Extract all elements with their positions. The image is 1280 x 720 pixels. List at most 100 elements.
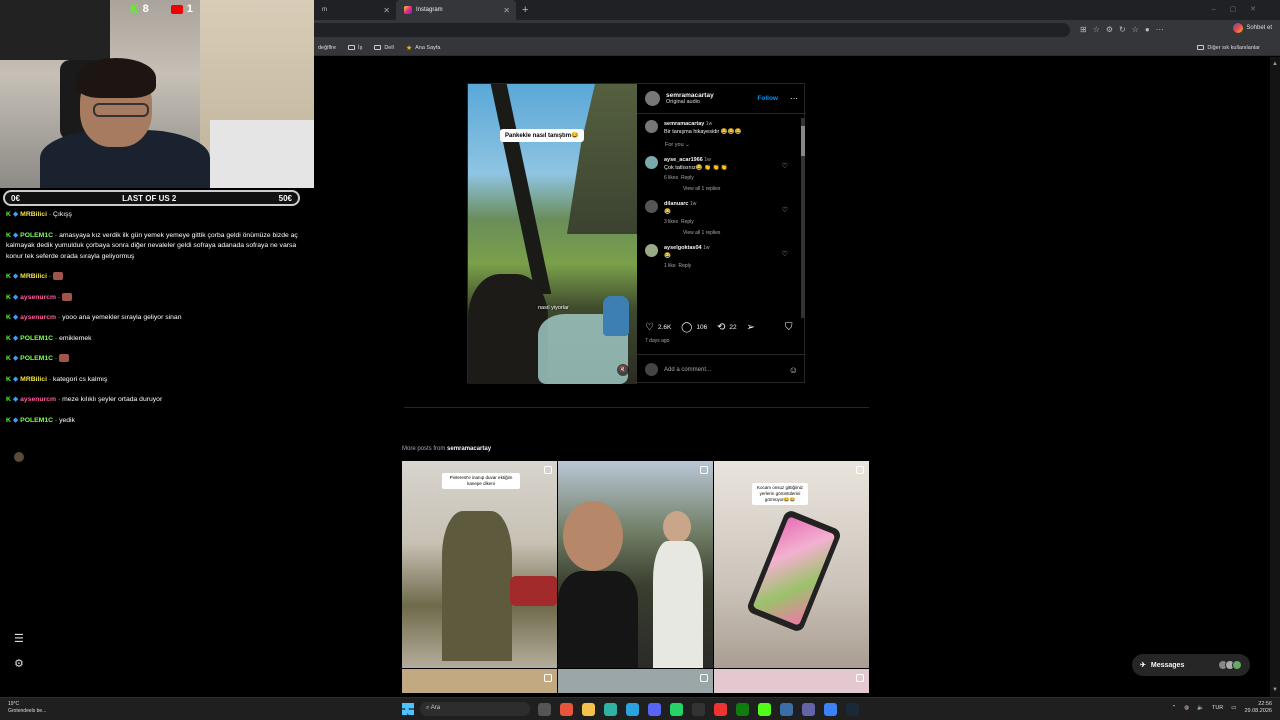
comment-likes[interactable]: 3 likes — [664, 219, 678, 225]
file-explorer-icon[interactable] — [582, 703, 595, 716]
chat-username[interactable]: POLEM1C — [20, 232, 53, 239]
bookmark-icon[interactable]: ⛉ — [785, 322, 793, 333]
avatar[interactable] — [645, 91, 660, 106]
comment-icon[interactable]: ◯ — [681, 322, 692, 333]
close-tab-icon[interactable]: ✕ — [503, 6, 510, 15]
avatar[interactable] — [645, 156, 658, 169]
chat-username[interactable]: aysenurcm — [20, 314, 56, 321]
comment-likes[interactable]: 6 likes — [664, 175, 678, 181]
reply-button[interactable]: Reply — [681, 175, 694, 181]
reply-button[interactable]: Reply — [678, 263, 691, 269]
tray-chevron-icon[interactable]: ⌃ — [1172, 705, 1177, 711]
app-icon[interactable] — [824, 703, 837, 716]
more-options-icon[interactable]: ⋯ — [790, 94, 798, 103]
kick-app-icon[interactable] — [758, 703, 771, 716]
telegram-icon[interactable] — [626, 703, 639, 716]
steam-icon[interactable] — [846, 703, 859, 716]
new-tab-button[interactable]: + — [522, 4, 528, 16]
task-view-icon[interactable] — [538, 703, 551, 716]
grid-post[interactable] — [558, 461, 713, 668]
for-you-dropdown[interactable]: For you ⌄ — [665, 142, 798, 148]
post-audio[interactable]: Original audio — [666, 99, 714, 105]
window-controls[interactable]: –▢✕ — [1212, 5, 1270, 13]
settings-icon[interactable]: ⚙ — [14, 657, 24, 670]
follow-button[interactable]: Follow — [757, 95, 778, 102]
mute-icon[interactable]: 🔇 — [617, 364, 629, 376]
chat-username[interactable]: MRBilici — [20, 376, 47, 383]
clock[interactable]: 22:56 29.08.2026 — [1244, 701, 1272, 715]
avatar[interactable] — [645, 120, 658, 133]
emoji-icon[interactable]: ☺ — [789, 365, 798, 375]
volume-icon[interactable]: 🔈 — [1197, 705, 1204, 711]
bookmark-item[interactable]: Dell — [374, 45, 394, 51]
scroll-up-icon[interactable]: ▲ — [1272, 61, 1278, 67]
comment-user[interactable]: ayse_acar1966 — [664, 157, 703, 163]
view-replies[interactable]: View all 1 replies — [683, 230, 798, 236]
bookmark-item[interactable]: değiflre — [318, 45, 336, 51]
xbox-icon[interactable] — [736, 703, 749, 716]
like-comment-icon[interactable]: ♡ — [782, 250, 788, 258]
like-icon[interactable]: ♡ — [645, 322, 654, 333]
app-icon[interactable] — [714, 703, 727, 716]
start-icon[interactable] — [402, 703, 414, 715]
comments-scrollbar[interactable] — [801, 118, 805, 318]
whatsapp-icon[interactable] — [670, 703, 683, 716]
other-bookmarks[interactable]: Diğer sık kullanılanlar — [1197, 45, 1260, 51]
taskbar-search[interactable]: ⌕ Ara — [420, 702, 530, 716]
url-field[interactable] — [314, 23, 1070, 37]
weather-widget[interactable]: 19°C Grotendeels be... — [8, 701, 46, 715]
app-icon[interactable] — [560, 703, 573, 716]
grid-post[interactable] — [714, 669, 869, 693]
chat-username[interactable]: POLEM1C — [20, 355, 53, 362]
chat-username[interactable]: MRBilici — [20, 273, 47, 280]
network-icon[interactable]: ◍ — [1184, 705, 1189, 711]
profile-icon[interactable]: ● — [1145, 25, 1150, 34]
repost-icon[interactable]: ⟲ — [717, 322, 725, 333]
post-author[interactable]: semramacartay — [666, 92, 714, 99]
comments-list[interactable]: semramacartay 1w Bir tanışma hikayesidir … — [637, 114, 806, 314]
refresh-icon[interactable]: ↻ — [1119, 25, 1126, 34]
avatar[interactable] — [645, 244, 658, 257]
add-comment-input[interactable]: Add a comment... — [664, 367, 711, 373]
collections-icon[interactable]: ☆ — [1132, 25, 1139, 34]
grid-post[interactable] — [558, 669, 713, 693]
page-scrollbar[interactable]: ▲ ▼ — [1270, 57, 1280, 697]
view-replies[interactable]: View all 1 replies — [683, 186, 798, 192]
like-comment-icon[interactable]: ♡ — [782, 162, 788, 170]
bookmark-item[interactable]: İş — [348, 45, 362, 51]
grid-post[interactable]: Pinterest'e inanıp duvar ektiğim kanepe … — [402, 461, 557, 668]
chat-username[interactable]: MRBilici — [20, 211, 47, 218]
bookmark-item[interactable]: ★ Ana Sayfa — [406, 44, 441, 52]
comment-likes[interactable]: 1 like — [664, 263, 676, 269]
reply-button[interactable]: Reply — [681, 219, 694, 225]
more-posts-user[interactable]: semramacartay — [447, 446, 491, 452]
chat-username[interactable]: POLEM1C — [20, 417, 53, 424]
app-icon[interactable] — [780, 703, 793, 716]
messages-button[interactable]: ✈ Messages — [1132, 654, 1250, 676]
grid-post[interactable]: Kocam onsuz gittiğimiz yerlerin görüntül… — [714, 461, 869, 668]
chat-username[interactable]: aysenurcm — [20, 396, 56, 403]
tab-previous[interactable]: m ✕ — [314, 0, 396, 20]
post-video[interactable]: Pankekle nasıl tanıştım😂 nasıl yiyorlar … — [468, 84, 637, 384]
avatar[interactable] — [645, 200, 658, 213]
grid-post[interactable] — [402, 669, 557, 693]
display-icon[interactable]: ▭ — [1231, 705, 1236, 711]
edge-icon[interactable] — [604, 703, 617, 716]
chat-button[interactable]: Sohbet et — [1233, 23, 1272, 33]
like-comment-icon[interactable]: ♡ — [782, 206, 788, 214]
comment-user[interactable]: semramacartay — [664, 121, 704, 127]
menu-icon[interactable]: ⋯ — [1156, 25, 1164, 34]
tab-instagram[interactable]: Instagram ✕ — [396, 0, 516, 20]
apps-icon[interactable]: ⊞ — [1080, 25, 1087, 34]
scroll-down-icon[interactable]: ▼ — [1272, 687, 1278, 693]
language-indicator[interactable]: TUR — [1212, 705, 1223, 711]
extension-icon[interactable]: ⚙ — [1106, 25, 1113, 34]
chat-username[interactable]: aysenurcm — [20, 294, 56, 301]
favorite-star-icon[interactable]: ☆ — [1093, 25, 1100, 34]
chat-username[interactable]: POLEM1C — [20, 335, 53, 342]
comment-user[interactable]: ayselgoktas04 — [664, 245, 702, 251]
teams-icon[interactable] — [802, 703, 815, 716]
discord-icon[interactable] — [648, 703, 661, 716]
comment-user[interactable]: dilanuarc — [664, 201, 688, 207]
menu-icon[interactable]: ☰ — [14, 632, 24, 645]
